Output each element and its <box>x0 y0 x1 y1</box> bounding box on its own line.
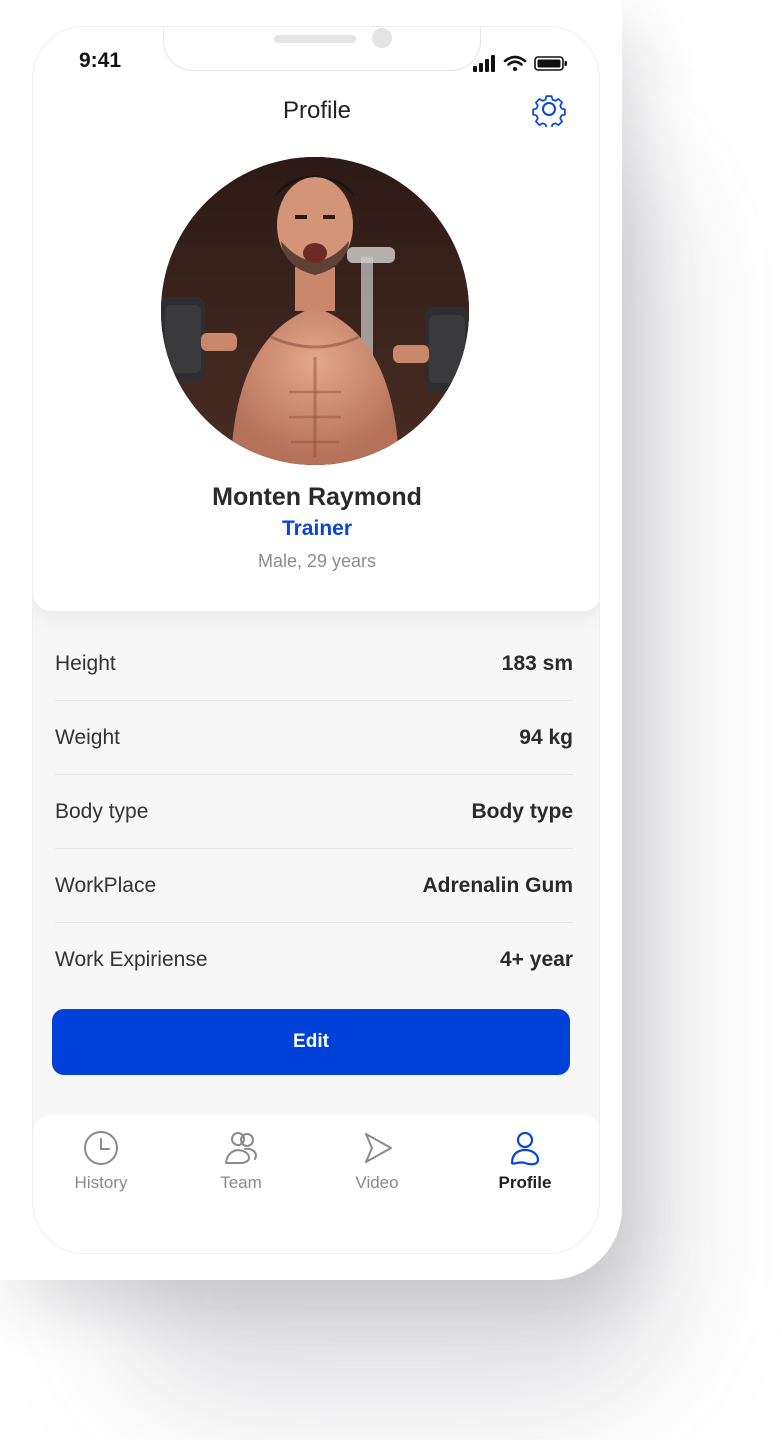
camera <box>372 28 392 48</box>
wifi-icon <box>503 55 527 71</box>
avatar <box>161 157 469 465</box>
detail-value: Body type <box>471 799 573 823</box>
detail-value: 94 kg <box>519 725 573 749</box>
user-name: Monten Raymond <box>212 483 422 511</box>
page-title: Profile <box>282 97 352 124</box>
tab-label: History <box>74 1173 128 1192</box>
details-list: Height 183 sm Weight 94 kg Body type Bod… <box>55 627 573 997</box>
detail-row-weight: Weight 94 kg <box>55 701 573 775</box>
detail-value: Adrenalin Gum <box>422 873 573 897</box>
detail-label: Height <box>55 651 116 675</box>
detail-value: 183 sm <box>501 651 573 675</box>
phone-frame: 9:41 Profile Monten Raymond Trainer Male… <box>0 0 622 1280</box>
speaker <box>274 35 356 43</box>
status-icons <box>473 55 567 72</box>
tab-history[interactable]: History <box>51 1129 151 1209</box>
detail-label: Weight <box>55 725 120 749</box>
detail-row-height: Height 183 sm <box>55 627 573 701</box>
tab-video[interactable]: Video <box>327 1129 427 1209</box>
gear-icon <box>532 95 566 129</box>
detail-label: Body type <box>55 799 149 823</box>
tab-bar: History Team Video Profile <box>33 1115 599 1253</box>
app-screen: 9:41 Profile Monten Raymond Trainer Male… <box>32 26 600 1254</box>
battery-icon <box>534 56 567 71</box>
tab-profile[interactable]: Profile <box>475 1129 575 1209</box>
tab-label: Team <box>220 1173 262 1192</box>
detail-value: 4+ year <box>500 948 573 971</box>
detail-row-workplace: WorkPlace Adrenalin Gum <box>55 849 573 923</box>
notch <box>163 27 481 71</box>
clock-icon <box>84 1131 118 1165</box>
user-role: Trainer <box>281 517 353 540</box>
tab-label: Video <box>355 1173 399 1192</box>
signal-icon <box>473 55 495 72</box>
play-icon <box>365 1133 392 1163</box>
status-bar: 9:41 <box>33 27 599 87</box>
detail-label: WorkPlace <box>55 873 157 897</box>
tab-team[interactable]: Team <box>191 1129 291 1209</box>
detail-row-work-experience: Work Expiriense 4+ year <box>55 923 573 997</box>
user-icon <box>510 1131 540 1166</box>
settings-button[interactable] <box>531 91 567 129</box>
detail-label: Work Expiriense <box>55 948 208 971</box>
user-meta: Male, 29 years <box>257 551 377 571</box>
status-time: 9:41 <box>79 49 122 72</box>
team-icon <box>225 1132 257 1164</box>
edit-button[interactable]: Edit <box>52 1009 570 1075</box>
profile-card: 9:41 Profile Monten Raymond Trainer Male… <box>33 27 599 611</box>
tab-label: Profile <box>498 1173 552 1192</box>
avatar-photo <box>161 157 469 465</box>
detail-row-body-type: Body type Body type <box>55 775 573 849</box>
